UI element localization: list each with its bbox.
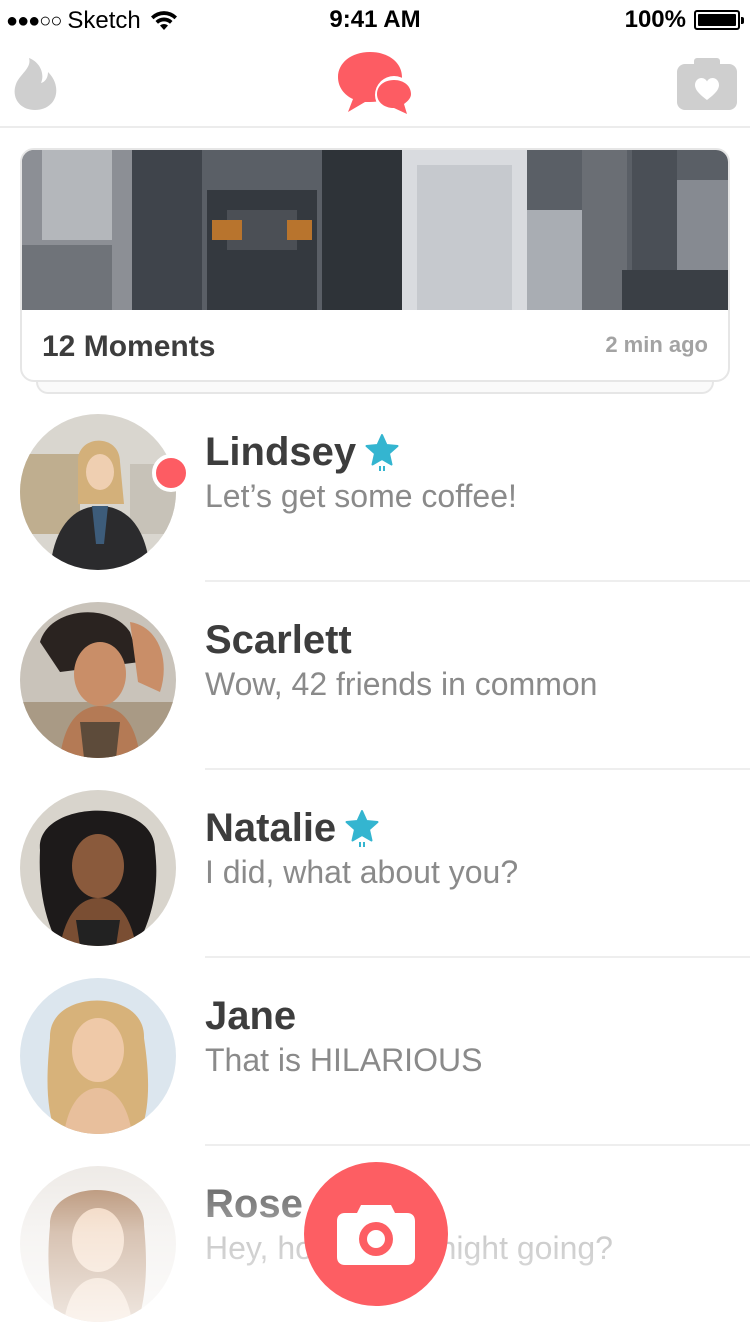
message-row-lindsey[interactable]: Lindsey Let’s get some coffee! (0, 394, 750, 582)
status-bar: ●●●○○ Sketch 9:41 AM 100% (0, 0, 750, 40)
super-like-star-icon (345, 809, 379, 847)
battery-level (698, 14, 736, 26)
message-preview: I did, what about you? (205, 854, 519, 890)
name-line: Lindsey (205, 430, 400, 475)
status-right: 100% (624, 6, 744, 34)
moments-count: 12 Moments (42, 330, 216, 363)
nav-bar (0, 40, 750, 128)
contact-name: Lindsey (205, 430, 357, 474)
avatar (20, 1166, 176, 1322)
message-preview: Let’s get some coffee! (205, 478, 517, 514)
message-row-jane[interactable]: Jane That is HILARIOUS (0, 958, 750, 1146)
name-line: Rose (205, 1182, 303, 1227)
moments-city-image (22, 150, 728, 310)
flame-icon[interactable] (12, 56, 58, 112)
battery-icon (694, 10, 744, 30)
avatar (20, 602, 176, 758)
contact-name: Jane (205, 994, 297, 1038)
message-preview: Wow, 42 friends in common (205, 666, 598, 702)
name-line: Natalie (205, 806, 380, 851)
contact-name: Scarlett (205, 618, 352, 662)
camera-button[interactable] (304, 1162, 448, 1306)
avatar (20, 978, 176, 1134)
chat-bubbles-icon[interactable] (336, 50, 416, 116)
avatar (20, 414, 176, 570)
unread-dot (152, 454, 190, 492)
contact-name: Rose (205, 1182, 303, 1226)
super-like-star-icon (365, 433, 399, 471)
name-line: Jane (205, 994, 296, 1039)
avatar (20, 790, 176, 946)
camera-icon (337, 1205, 415, 1265)
battery-percent: 100% (624, 6, 686, 33)
name-line: Scarlett (205, 618, 352, 663)
message-row-natalie[interactable]: Natalie I did, what about you? (0, 770, 750, 958)
message-preview: That is HILARIOUS (205, 1042, 483, 1078)
moments-card[interactable]: 12 Moments 2 min ago (20, 148, 730, 382)
moments-heart-icon[interactable] (676, 56, 738, 112)
moments-time: 2 min ago (605, 332, 708, 357)
message-row-scarlett[interactable]: Scarlett Wow, 42 friends in common (0, 582, 750, 770)
contact-name: Natalie (205, 806, 337, 850)
